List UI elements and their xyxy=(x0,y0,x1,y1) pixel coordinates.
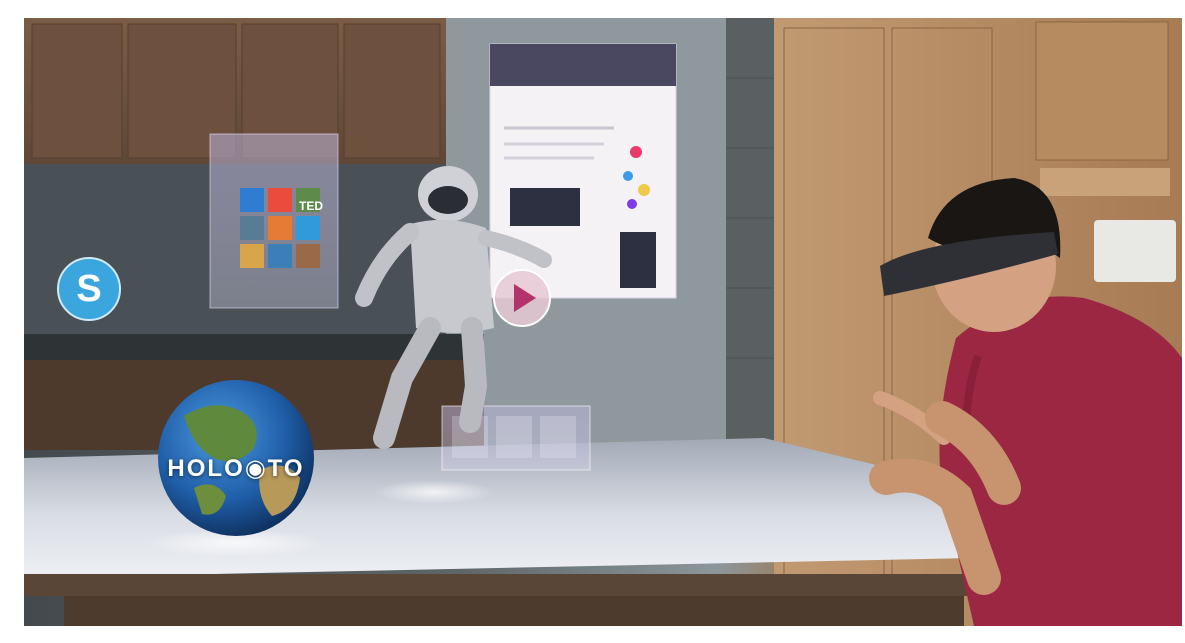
holographic-mixed-reality-photo: S TED HOLO◉TO xyxy=(24,18,1182,626)
photo-frame: S TED HOLO◉TO xyxy=(0,0,1185,643)
scene-illustration xyxy=(24,18,1182,626)
table-edge xyxy=(24,574,972,596)
holographic-document-panel xyxy=(489,43,677,299)
paper-towel-dispenser xyxy=(1094,220,1176,282)
skype-icon xyxy=(57,257,121,321)
holographic-app-panel xyxy=(209,133,339,309)
holographic-play-button xyxy=(493,269,551,327)
brick-column xyxy=(726,18,774,448)
